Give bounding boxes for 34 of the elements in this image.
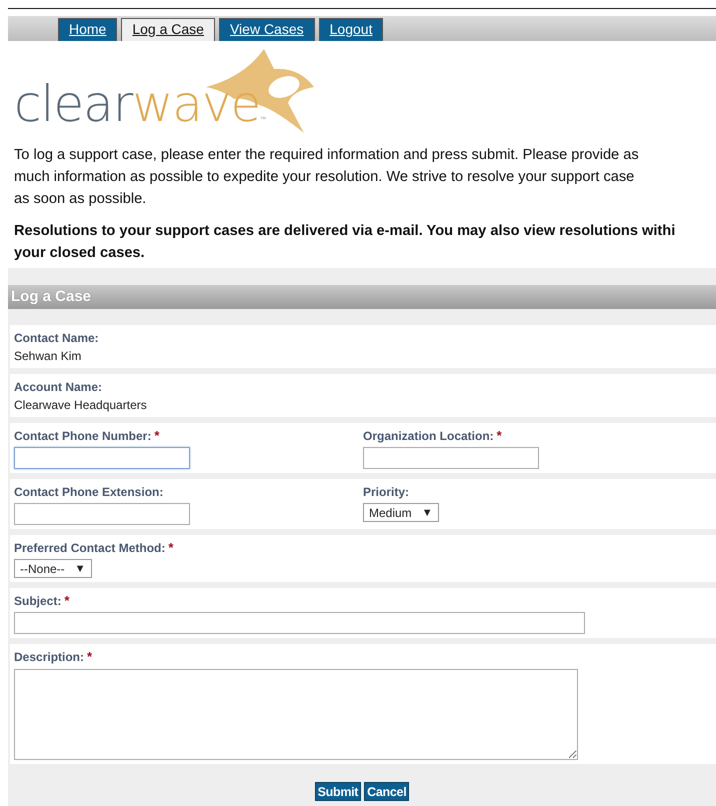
nav-tab[interactable]: Logout (318, 18, 384, 41)
dropdown[interactable]: Medium ▼ (363, 503, 439, 522)
required-asterisk: * (168, 540, 174, 555)
field-value: Clearwave Headquarters (14, 397, 148, 413)
required-asterisk: * (154, 428, 160, 443)
field-label: Subject: (14, 593, 62, 609)
text-area[interactable] (14, 669, 578, 760)
nav-tab[interactable]: View Cases (218, 18, 315, 41)
field-label: Contact Phone Extension: (14, 484, 164, 500)
input-field[interactable] (14, 447, 190, 469)
action-button[interactable]: Submit (314, 782, 362, 801)
intro-text: To log a support case, please enter the required information and press submit. Please provide as much information as possible to expedite your resolution. We strive to resolve your support case as soon as possible. (13, 146, 640, 209)
nav-tab[interactable]: Home (58, 18, 118, 41)
field-label: Organization Location: (363, 428, 494, 444)
field-label: Contact Name: (14, 330, 99, 346)
input-field[interactable] (14, 503, 190, 525)
field-label: Priority: (363, 484, 410, 500)
field-label: Account Name: (14, 379, 102, 395)
required-asterisk: * (64, 593, 70, 608)
caret-icon: ▼ (74, 560, 86, 576)
action-button[interactable]: Cancel (364, 782, 410, 801)
field-label: Contact Phone Number: (14, 428, 152, 444)
dropdown[interactable]: --None-- ▼ (14, 559, 92, 578)
input-field[interactable] (363, 447, 539, 469)
required-asterisk: * (87, 649, 92, 664)
caret-icon: ▼ (422, 504, 433, 520)
notice-text: Resolutions to your support cases are delivered via e-mail. You may also view resolutions withi your closed cases. (13, 222, 676, 263)
field-label: Preferred Contact Method: (14, 540, 166, 556)
input-field[interactable] (14, 612, 585, 634)
field-label: Description: (14, 649, 84, 665)
nav-tab[interactable]: Log a Case (121, 18, 215, 41)
field-value: Sehwan Kim (14, 348, 82, 364)
section-header: Log a Case (8, 285, 716, 309)
required-asterisk: * (496, 428, 502, 443)
